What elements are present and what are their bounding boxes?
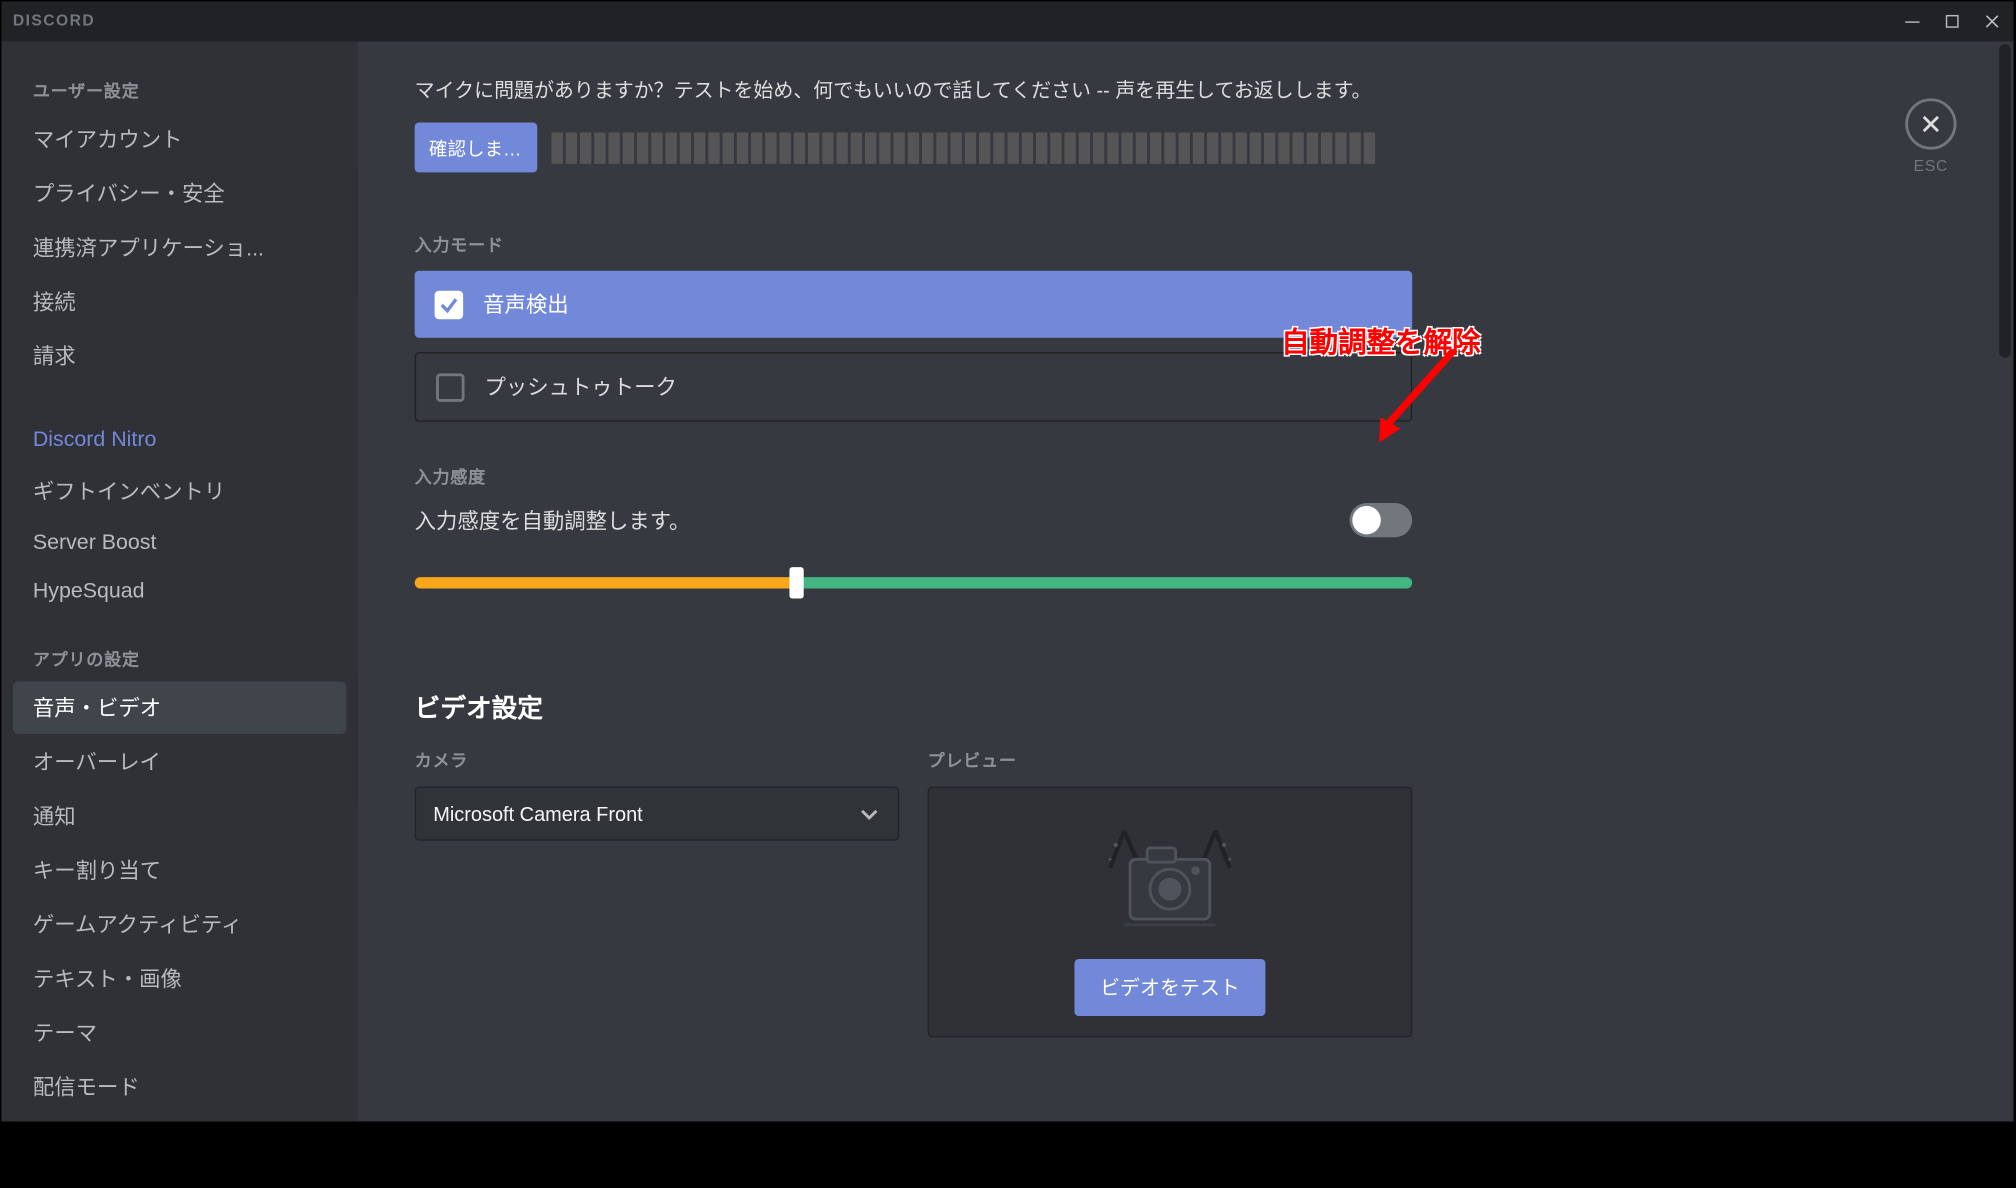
sidebar-header-app: アプリの設定 <box>13 647 346 680</box>
mic-vu-meter <box>551 132 1412 163</box>
auto-sensitivity-text: 入力感度を自動調整します。 <box>415 505 691 535</box>
sidebar-item-language[interactable]: 言語 <box>13 1114 346 1121</box>
slider-track-low <box>415 577 794 588</box>
input-mode-voice-activity[interactable]: 音声検出 <box>415 271 1412 338</box>
camera-select-value: Microsoft Camera Front <box>433 802 643 825</box>
sidebar-item-streamer-mode[interactable]: 配信モード <box>13 1060 346 1113</box>
close-icon <box>1919 113 1942 136</box>
sidebar-header-user: ユーザー設定 <box>13 78 346 111</box>
push-to-talk-label: プッシュトゥトーク <box>484 372 676 402</box>
sidebar-item-gift-inventory[interactable]: ギフトインベントリ <box>13 465 346 518</box>
checkbox-checked-icon <box>435 290 463 319</box>
scrollbar-thumb[interactable] <box>1999 44 2010 358</box>
sidebar-item-connections[interactable]: 接続 <box>13 275 346 328</box>
slider-track-high <box>794 577 1412 588</box>
annotation-text: 自動調整を解除 <box>1281 319 1481 360</box>
input-mode-push-to-talk[interactable]: プッシュトゥトーク <box>415 352 1412 422</box>
sidebar-item-privacy[interactable]: プライバシー・安全 <box>13 167 346 220</box>
sidebar-item-voice-video[interactable]: 音声・ビデオ <box>13 681 346 734</box>
sidebar-item-discord-nitro[interactable]: Discord Nitro <box>13 416 346 463</box>
sidebar-item-overlay[interactable]: オーバーレイ <box>13 735 346 788</box>
mic-check-button[interactable]: 確認しまし... <box>415 123 538 173</box>
window-close-button[interactable] <box>1982 7 2002 36</box>
input-mode-label: 入力モード <box>415 232 1957 256</box>
voice-activity-label: 音声検出 <box>483 289 569 319</box>
sidebar-item-hypesquad[interactable]: HypeSquad <box>13 567 346 614</box>
close-settings-button[interactable] <box>1905 98 1956 149</box>
video-settings-heading: ビデオ設定 <box>415 688 1957 725</box>
toggle-knob <box>1352 506 1381 535</box>
mic-help-text: マイクに問題がありますか？テストを始め、何でもいいので話してください -- 声を… <box>415 76 1412 106</box>
camera-label: カメラ <box>415 748 900 772</box>
video-preview-box: ビデオをテスト <box>928 787 1412 1038</box>
sidebar-item-notifications[interactable]: 通知 <box>13 789 346 842</box>
preview-label: プレビュー <box>928 748 1412 772</box>
sidebar-item-authorized-apps[interactable]: 連携済アプリケーショ... <box>13 221 346 274</box>
app-brand: DISCORD <box>13 13 95 30</box>
window-minimize-button[interactable] <box>1902 7 1922 36</box>
sidebar-item-keybinds[interactable]: キー割り当て <box>13 844 346 897</box>
sidebar-item-game-activity[interactable]: ゲームアクティビティ <box>13 898 346 951</box>
input-sensitivity-label: 入力感度 <box>415 465 1957 489</box>
auto-sensitivity-toggle[interactable] <box>1349 503 1412 537</box>
sidebar-item-my-account[interactable]: マイアカウント <box>13 113 346 166</box>
slider-thumb[interactable] <box>789 567 803 598</box>
esc-label: ESC <box>1905 158 1956 175</box>
sidebar-item-billing[interactable]: 請求 <box>13 329 346 382</box>
camera-select[interactable]: Microsoft Camera Front <box>415 787 900 841</box>
settings-sidebar: ユーザー設定 マイアカウント プライバシー・安全 連携済アプリケーショ... 接… <box>1 41 357 1121</box>
camera-icon <box>949 808 1391 945</box>
sidebar-item-server-boost[interactable]: Server Boost <box>13 519 346 566</box>
test-video-button[interactable]: ビデオをテスト <box>1074 959 1265 1016</box>
window-maximize-button[interactable] <box>1942 7 1962 36</box>
chevron-down-icon <box>858 802 881 825</box>
sidebar-item-text-images[interactable]: テキスト・画像 <box>13 952 346 1005</box>
sidebar-item-theme[interactable]: テーマ <box>13 1006 346 1059</box>
checkbox-unchecked-icon <box>436 373 465 402</box>
sensitivity-slider[interactable] <box>415 577 1412 588</box>
